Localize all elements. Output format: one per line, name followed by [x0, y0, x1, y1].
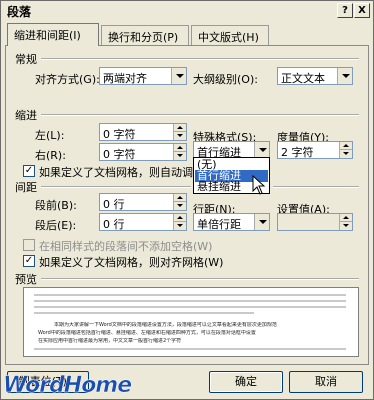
auto-adjust-checkbox[interactable]: ✓ — [23, 165, 35, 177]
tab-asian-typography[interactable]: 中文版式(H) — [191, 25, 269, 45]
chevron-down-icon[interactable] — [254, 214, 269, 230]
general-section-label: 常规 — [15, 53, 37, 66]
outline-level-value: 正文文本 — [281, 72, 325, 85]
line-spacing-select[interactable]: 单倍行距 — [193, 213, 270, 231]
spin-up-icon[interactable] — [339, 142, 352, 150]
alignment-select[interactable]: 两端对齐 — [99, 67, 187, 85]
spin-down-icon[interactable] — [173, 202, 186, 210]
preview-line — [34, 348, 346, 350]
watermark-logo: WordHome — [3, 373, 133, 399]
spin-up-icon[interactable] — [173, 124, 186, 132]
left-indent-spinner[interactable]: 0 字符 — [99, 123, 187, 141]
spin-down-icon[interactable] — [173, 132, 186, 140]
no-space-same-style-label: 在相同样式的段落间不添加空格(W) — [39, 240, 213, 253]
spin-down-icon[interactable] — [339, 150, 352, 158]
by-value: 2 字符 — [281, 146, 314, 159]
snap-to-grid-checkbox[interactable]: ✓ — [23, 255, 35, 267]
no-space-same-style-checkbox[interactable] — [23, 239, 35, 251]
preview-line — [34, 294, 346, 296]
alignment-value: 两端对齐 — [103, 72, 147, 85]
preview-sample-line: 本期为大家讲解一下Word文档中的段落缩进设置方法，段落缩进可以让文章看起来更有… — [54, 322, 277, 328]
snap-to-grid-label: 如果定义了文档网格，则对齐网格(W) — [39, 256, 224, 269]
preview-line — [34, 300, 346, 302]
space-before-value: 0 行 — [103, 198, 125, 211]
spacing-divider — [41, 186, 191, 188]
spacing-section-label: 间距 — [15, 181, 37, 194]
tab-line-page-breaks[interactable]: 换行和分页(P) — [101, 25, 189, 45]
space-before-spinner[interactable]: 0 行 — [99, 193, 187, 211]
space-after-spinner[interactable]: 0 行 — [99, 213, 187, 231]
chevron-down-icon[interactable] — [254, 142, 269, 158]
chevron-down-icon[interactable] — [171, 68, 186, 84]
left-indent-label: 左(L): — [35, 129, 65, 142]
indent-section-label: 缩进 — [15, 109, 37, 122]
spin-up-icon[interactable] — [339, 214, 352, 222]
mouse-pointer-icon — [252, 175, 266, 195]
preview-sample-line: Word中的段落缩进包括首行缩进、悬挂缩进、左缩进和右缩进四种方式，可以在段落对… — [38, 330, 256, 336]
spin-up-icon[interactable] — [173, 194, 186, 202]
spin-down-icon[interactable] — [173, 222, 186, 230]
preview-divider — [41, 278, 359, 280]
outline-level-label: 大纲级别(O): — [193, 73, 258, 86]
outline-level-select[interactable]: 正文文本 — [277, 67, 353, 85]
spin-down-icon[interactable] — [339, 222, 352, 230]
space-after-value: 0 行 — [103, 218, 125, 231]
left-indent-value: 0 字符 — [103, 128, 136, 141]
spin-down-icon[interactable] — [173, 152, 186, 160]
general-divider — [41, 58, 359, 60]
line-spacing-value: 单倍行距 — [197, 218, 241, 231]
paragraph-dialog: 段落 ? X 缩进和间距(I) 换行和分页(P) 中文版式(H) 常规 对齐方式… — [0, 0, 374, 400]
spin-up-icon[interactable] — [173, 144, 186, 152]
preview-line — [34, 312, 254, 314]
preview-pane: 本期为大家讲解一下Word文档中的段落缩进设置方法，段落缩进可以让文章看起来更有… — [23, 287, 359, 357]
alignment-label: 对齐方式(G): — [35, 73, 100, 86]
spin-up-icon[interactable] — [173, 214, 186, 222]
close-button[interactable]: X — [354, 3, 370, 18]
space-after-label: 段后(E): — [35, 219, 77, 232]
preview-section-label: 预览 — [15, 273, 37, 286]
spacing-divider-right — [273, 186, 359, 188]
auto-adjust-label: 如果定义了文档网格，则自动调 — [39, 166, 193, 179]
ok-button[interactable]: 确定 — [209, 371, 283, 393]
by-spinner[interactable]: 2 字符 — [277, 141, 353, 159]
title-bar: 段落 ? X — [1, 1, 373, 21]
space-before-label: 段前(B): — [35, 199, 77, 212]
dialog-title: 段落 — [7, 5, 32, 19]
right-indent-value: 0 字符 — [103, 148, 136, 161]
right-indent-label: 右(R): — [35, 149, 66, 162]
cancel-button[interactable]: 取消 — [289, 371, 363, 393]
indent-divider — [41, 114, 359, 116]
right-indent-spinner[interactable]: 0 字符 — [99, 143, 187, 161]
help-button[interactable]: ? — [337, 3, 353, 18]
preview-line — [34, 306, 346, 308]
tab-indent-spacing[interactable]: 缩进和间距(I) — [7, 23, 99, 46]
chevron-down-icon[interactable] — [337, 68, 352, 84]
preview-sample-line: 在实际应用中首行缩进最为常用，中文文章一般首行缩进2个字符 — [38, 338, 182, 344]
at-spinner[interactable] — [277, 213, 353, 231]
